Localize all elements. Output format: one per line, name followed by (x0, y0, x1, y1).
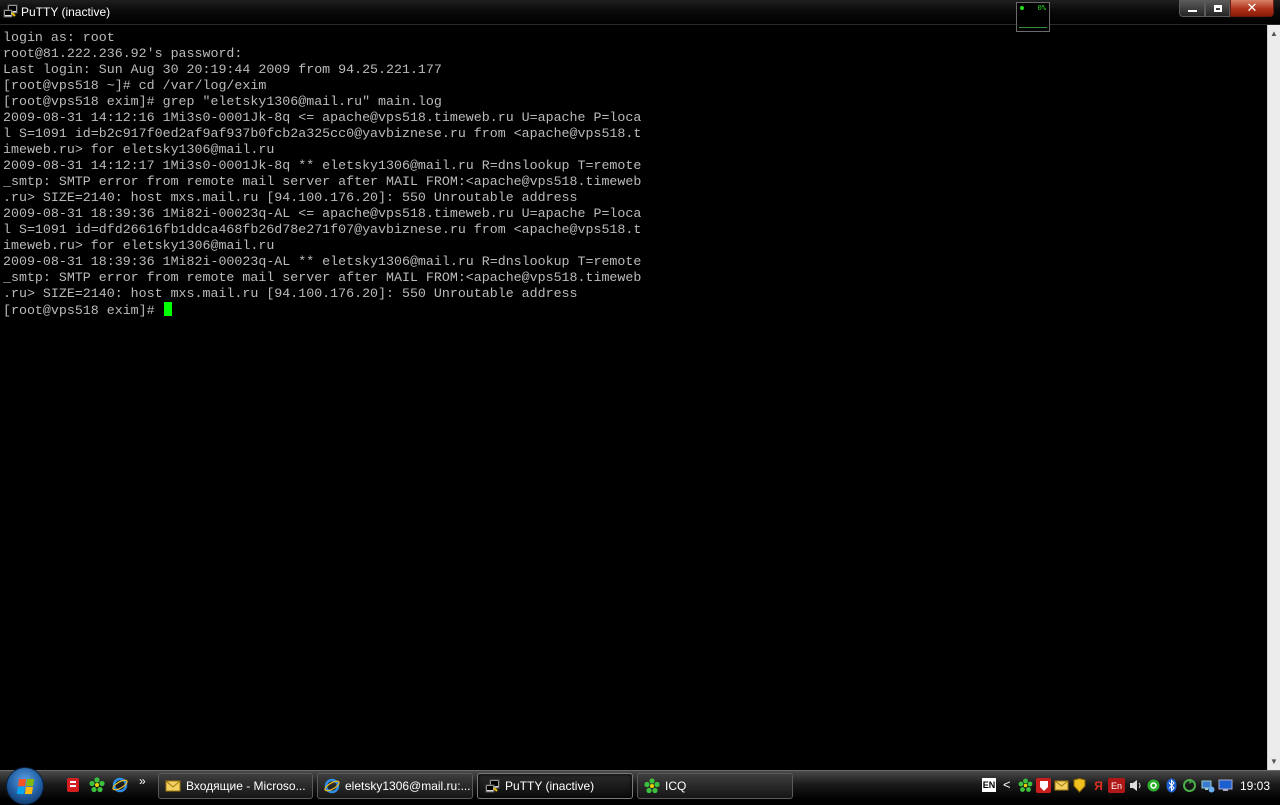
icq-flower-icon[interactable] (1018, 778, 1033, 793)
terminal-line: l S=1091 id=b2c917f0ed2af9af937b0fcb2a32… (3, 126, 642, 141)
terminal-line: Last login: Sun Aug 30 20:19:44 2009 fro… (3, 62, 442, 77)
terminal-line: login as: root (3, 30, 115, 45)
task-label: Входящие - Microso... (186, 779, 306, 793)
task-outlook[interactable]: Входящие - Microso... (158, 773, 313, 799)
icq-flower-icon[interactable] (89, 777, 105, 793)
terminal-line: .ru> SIZE=2140: host mxs.mail.ru [94.100… (3, 286, 578, 301)
terminal-line: _smtp: SMTP error from remote mail serve… (3, 270, 642, 285)
taskbar-clock[interactable]: 19:03 (1240, 779, 1270, 793)
outlook-icon (165, 778, 181, 794)
cpu-indicator-dot (1020, 6, 1024, 10)
outlook-tray-icon[interactable] (1054, 778, 1069, 793)
bluetooth-icon[interactable] (1164, 778, 1179, 793)
network-icon[interactable] (1200, 778, 1215, 793)
terminal-line: 2009-08-31 14:12:16 1Mi3s0-0001Jk-8q <= … (3, 110, 642, 125)
window-titlebar[interactable]: PuTTY (inactive) ✕ (0, 0, 1280, 25)
quick-launch-more[interactable]: » (139, 774, 146, 788)
terminal-prompt: [root@vps518 exim]# (3, 303, 163, 318)
windows-logo-icon (16, 778, 34, 794)
terminal-line: 2009-08-31 18:39:36 1Mi82i-00023q-AL <= … (3, 206, 642, 221)
terminal-line: _smtp: SMTP error from remote mail serve… (3, 174, 642, 189)
scroll-up-icon[interactable]: ▲ (1268, 25, 1280, 42)
minimize-button[interactable] (1179, 0, 1205, 17)
terminal-line: .ru> SIZE=2140: host mxs.mail.ru [94.100… (3, 190, 578, 205)
terminal-line: l S=1091 id=dfd26616fb1ddca468fb26d78e27… (3, 222, 642, 237)
terminal-output: login as: root root@81.222.236.92's passw… (3, 30, 641, 319)
minimize-icon (1187, 10, 1197, 12)
green-at-icon[interactable] (1146, 778, 1161, 793)
restore-icon (1213, 4, 1222, 12)
task-browser[interactable]: eletsky1306@mail.ru:... (317, 773, 473, 799)
terminal-line: imeweb.ru> for eletsky1306@mail.ru (3, 142, 275, 157)
putty-icon[interactable] (3, 4, 18, 19)
task-label: eletsky1306@mail.ru:... (345, 779, 471, 793)
terminal-line: imeweb.ru> for eletsky1306@mail.ru (3, 238, 275, 253)
cpu-graph-baseline (1019, 27, 1047, 28)
start-button[interactable] (6, 767, 44, 805)
vertical-scrollbar[interactable]: ▲ ▼ (1267, 25, 1280, 770)
terminal-prompt-line: [root@vps518 exim]# (3, 302, 641, 319)
task-label: ICQ (665, 779, 687, 793)
maximize-button[interactable] (1205, 0, 1230, 17)
en-keyboard-icon[interactable]: En (1108, 778, 1125, 793)
internet-explorer-icon (324, 778, 340, 794)
red-app-icon[interactable] (65, 777, 81, 793)
window-controls: ✕ (1179, 0, 1274, 17)
terminal-line: 2009-08-31 18:39:36 1Mi82i-00023q-AL ** … (3, 254, 642, 269)
terminal-line: [root@vps518 exim]# grep "eletsky1306@ma… (3, 94, 442, 109)
cpu-percent: 0% (1037, 4, 1046, 12)
task-label: PuTTY (inactive) (505, 779, 595, 793)
volume-icon[interactable] (1128, 778, 1143, 793)
terminal-window[interactable]: login as: root root@81.222.236.92's passw… (0, 25, 1267, 770)
close-icon: ✕ (1246, 0, 1258, 16)
cpu-meter-widget[interactable]: 0% (1016, 2, 1050, 32)
window-title: PuTTY (inactive) (21, 5, 111, 19)
task-putty[interactable]: PuTTY (inactive) (477, 773, 633, 799)
monitor-icon[interactable] (1218, 778, 1233, 793)
task-icq[interactable]: ICQ (637, 773, 793, 799)
taskbar: » Входящие - Microso... eletsky1306@mail… (0, 767, 1280, 805)
red-shield-icon[interactable] (1036, 778, 1051, 793)
security-shield-icon[interactable] (1072, 778, 1087, 793)
close-button[interactable]: ✕ (1230, 0, 1274, 17)
icq-flower-icon (644, 778, 660, 794)
terminal-line: root@81.222.236.92's password: (3, 46, 243, 61)
putty-icon (484, 778, 500, 794)
scroll-down-icon[interactable]: ▼ (1268, 753, 1280, 770)
terminal-line: [root@vps518 ~]# cd /var/log/exim (3, 78, 267, 93)
recycle-icon[interactable] (1182, 778, 1197, 793)
tray-expand-button[interactable]: < (1003, 777, 1011, 792)
language-indicator[interactable]: EN (982, 778, 996, 792)
internet-explorer-icon[interactable] (112, 777, 128, 793)
terminal-cursor (163, 302, 172, 316)
terminal-line: 2009-08-31 14:12:17 1Mi3s0-0001Jk-8q ** … (3, 158, 642, 173)
yandex-icon[interactable]: Я (1091, 778, 1106, 793)
